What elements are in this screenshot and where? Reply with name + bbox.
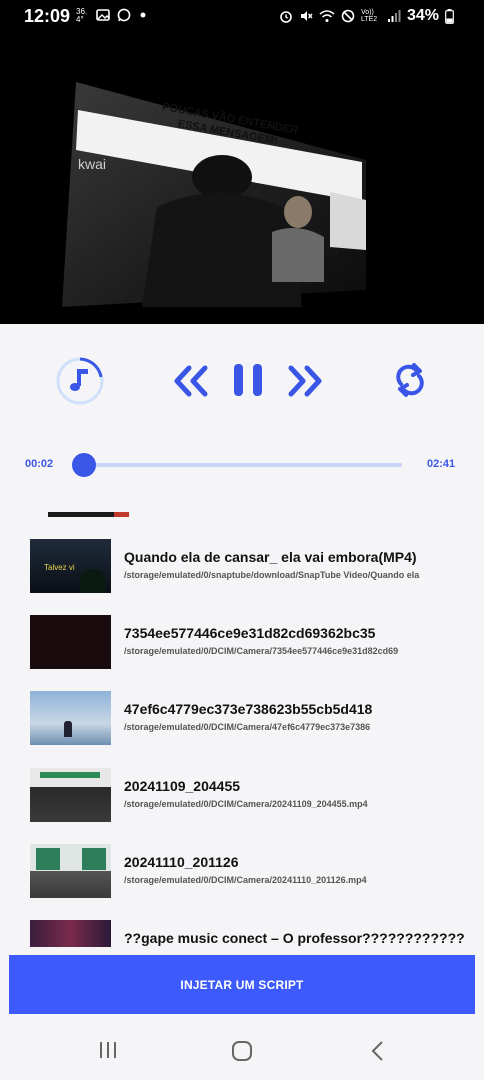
item-title: 7354ee577446ce9e31d82cd69362bc35 [124, 625, 376, 641]
video-list[interactable]: Talvez vi Quando ela de cansar_ ela vai … [0, 500, 484, 947]
thumbnail [30, 691, 111, 745]
video-watermark: kwai [78, 156, 107, 172]
battery-icon [445, 8, 454, 24]
navigation-bar [0, 1022, 484, 1080]
list-item[interactable]: 20241110_201126 /storage/emulated/0/DCIM… [30, 844, 470, 900]
item-path: /storage/emulated/0/DCIM/Camera/47ef6c47… [124, 722, 371, 732]
item-path: /storage/emulated/0/DCIM/Camera/20241109… [124, 799, 368, 809]
partial-thumbnail [48, 512, 129, 517]
item-path: /storage/emulated/0/snaptube/download/Sn… [124, 570, 420, 580]
clock: 12:09 [24, 6, 71, 26]
gallery-icon [96, 9, 110, 21]
list-item[interactable]: 47ef6c4779ec373e738623b55cb5d418 /storag… [30, 691, 470, 747]
inject-script-button[interactable]: INJETAR UM SCRIPT [9, 955, 475, 1014]
item-title: 20241110_201126 [124, 854, 239, 870]
item-title: 47ef6c4779ec373e738623b55cb5d418 [124, 701, 373, 717]
list-item[interactable]: 7354ee577446ce9e31d82cd69362bc35 /storag… [30, 615, 470, 671]
thumbnail [30, 844, 111, 898]
status-icons: Vo)) LTE2 34% [279, 7, 454, 25]
signal-icon [387, 10, 401, 22]
rewind-button[interactable] [172, 365, 210, 397]
back-icon[interactable] [370, 1040, 386, 1062]
seek-track[interactable] [84, 463, 402, 467]
current-time: 00:02 [25, 458, 54, 470]
dot-icon [140, 12, 146, 18]
thumbnail-caption: Talvez vi [44, 563, 75, 572]
total-time: 02:41 [427, 458, 456, 470]
item-path: /storage/emulated/0/DCIM/Camera/20241110… [124, 875, 367, 885]
mute-icon [300, 11, 313, 21]
video-player[interactable]: POUCAS VÃO ENTENDER ESSA MENSAGEM! kwai [0, 32, 484, 324]
list-item[interactable]: Talvez vi Quando ela de cansar_ ela vai … [30, 539, 470, 595]
thumbnail [30, 615, 111, 669]
list-item[interactable]: 20241109_204455 /storage/emulated/0/DCIM… [30, 768, 470, 824]
item-title: Quando ela de cansar_ ela vai embora(MP4… [124, 549, 417, 565]
status-bar: 12:09 36. 4° Vo)) LTE2 34% [0, 0, 484, 32]
do-not-disturb-icon [341, 9, 355, 23]
thumbnail [30, 768, 111, 822]
music-note-icon[interactable] [55, 356, 105, 406]
repeat-icon[interactable] [392, 362, 428, 398]
whatsapp-icon [117, 8, 131, 22]
battery-percent: 34% [406, 7, 439, 24]
fast-forward-button[interactable] [286, 365, 324, 397]
thumbnail: Talvez vi [30, 539, 111, 593]
player-controls [0, 324, 484, 444]
status-small-text: 36. 4° [76, 7, 88, 24]
item-path: /storage/emulated/0/DCIM/Camera/7354ee57… [124, 646, 399, 656]
list-item[interactable]: ??gape music conect – O professor???????… [30, 920, 470, 947]
item-title: 20241109_204455 [124, 778, 241, 794]
wifi-icon [319, 10, 335, 22]
recent-apps-icon[interactable] [98, 1040, 118, 1060]
home-icon[interactable] [231, 1040, 253, 1062]
pause-button[interactable] [232, 362, 264, 398]
alarm-icon [280, 11, 292, 23]
item-title: ??gape music conect – O professor???????… [124, 930, 464, 946]
thumbnail [30, 920, 111, 947]
seek-thumb[interactable] [72, 453, 96, 477]
network-label: Vo)) LTE2 [360, 9, 378, 23]
